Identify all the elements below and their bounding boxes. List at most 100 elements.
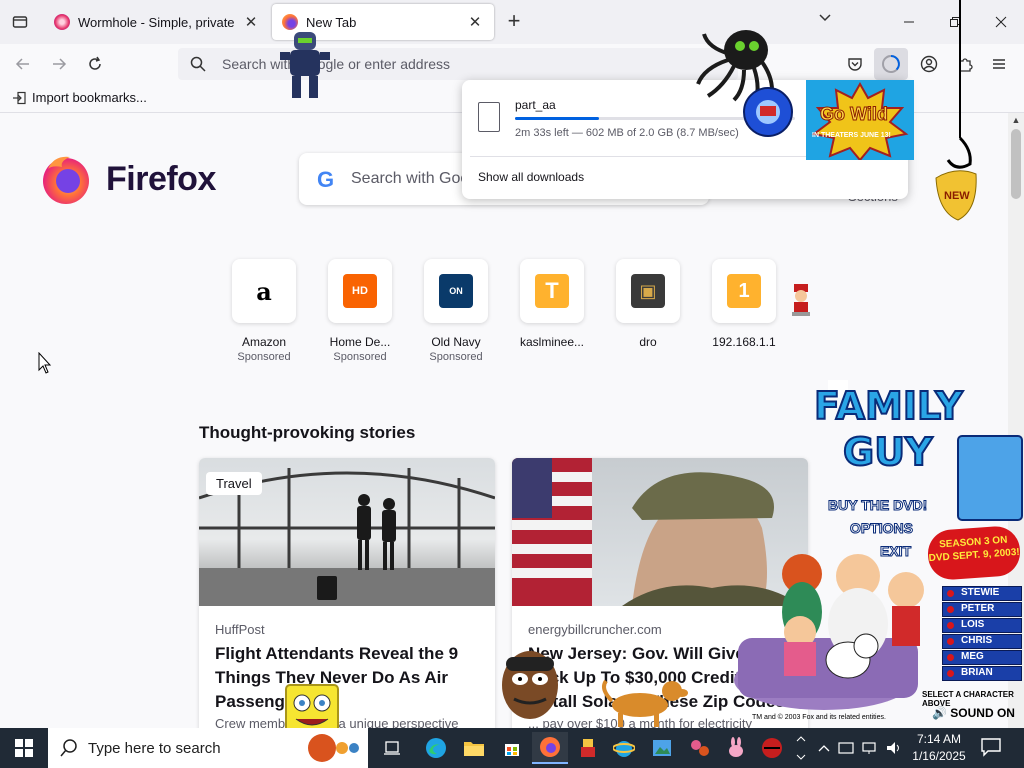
back-button[interactable]: [12, 53, 34, 75]
tray-device-icon[interactable]: [836, 738, 856, 758]
top-site-tile: a: [232, 259, 296, 323]
taskbar-store[interactable]: [494, 732, 530, 764]
character-button-meg[interactable]: MEG: [942, 650, 1022, 665]
taskbar-app-lego[interactable]: [570, 732, 606, 764]
top-site-name: dro: [639, 335, 657, 349]
tray-overflow-chevron-icon[interactable]: [814, 738, 834, 758]
close-tab-icon[interactable]: ✕: [242, 13, 260, 31]
top-site-old-navy[interactable]: ON Old Navy Sponsored: [408, 259, 504, 363]
firefox-view-icon: [12, 16, 28, 28]
download-file-name[interactable]: part_aa: [515, 98, 556, 112]
sound-label: SOUND ON: [950, 706, 1015, 720]
bunny-icon: [729, 737, 743, 757]
new-tab-button[interactable]: +: [502, 10, 526, 34]
back-arrow-icon: [15, 58, 29, 70]
taskbar-app-bunny[interactable]: [718, 732, 754, 764]
character-button-stewie[interactable]: STEWIE: [942, 586, 1022, 601]
start-button[interactable]: [0, 728, 48, 768]
volume-icon[interactable]: [884, 738, 904, 758]
ad-copyright: TM and © 2003 Fox and its related entiti…: [752, 714, 886, 721]
address-bar[interactable]: [178, 48, 738, 80]
top-site-name: Amazon: [241, 335, 287, 349]
top-site-tile: ON: [424, 259, 488, 323]
taskbar-app-image[interactable]: [644, 732, 680, 764]
puzzle-app-icon: [691, 740, 709, 756]
top-site-dro[interactable]: ▣ dro: [600, 259, 696, 349]
cleveland-sprite: [502, 651, 558, 719]
task-view-button[interactable]: [374, 732, 410, 764]
import-bookmarks-button[interactable]: Import bookmarks...: [12, 90, 147, 105]
taskbar-scroll[interactable]: [790, 732, 812, 764]
red-ball-icon: [762, 738, 782, 758]
taskbar-app-puzzle[interactable]: [682, 732, 718, 764]
firefox-logo-icon: [43, 156, 89, 204]
reload-button[interactable]: [84, 53, 106, 75]
forward-button[interactable]: [48, 53, 70, 75]
google-icon: G: [317, 167, 335, 192]
exit-button[interactable]: EXIT: [879, 543, 911, 560]
buy-dvd-button[interactable]: BUY THE DVD!: [827, 497, 927, 514]
download-status: 2m 33s left — 602 MB of 2.0 GB (8.7 MB/s…: [515, 127, 739, 139]
pocket-button[interactable]: [844, 53, 866, 75]
taskbar-app-ie[interactable]: [606, 732, 642, 764]
minimize-button[interactable]: [886, 6, 932, 38]
show-all-downloads-button[interactable]: Show all downloads: [478, 170, 584, 184]
mouse-cursor-icon: [38, 352, 52, 374]
close-tab-icon[interactable]: ✕: [466, 13, 484, 31]
character-button-peter[interactable]: PETER: [942, 602, 1022, 617]
app-menu-button[interactable]: [988, 53, 1010, 75]
family-guy-ad[interactable]: FAMILY GUY BUY THE DVD! OPTIONS EXIT SEA…: [728, 380, 1024, 725]
taskbar-edge[interactable]: [418, 732, 454, 764]
image-viewer-icon: [653, 740, 671, 756]
list-all-tabs-button[interactable]: [814, 11, 836, 33]
firefox-view-button[interactable]: [8, 10, 32, 34]
scroll-thumb[interactable]: [1011, 129, 1021, 199]
internet-explorer-icon: [613, 741, 635, 757]
forward-arrow-icon: [53, 58, 67, 70]
taskbar-app-red[interactable]: [754, 732, 790, 764]
router-icon: 1: [727, 274, 761, 308]
story-card[interactable]: HuffPost Flight Attendants Reveal the 9 …: [199, 458, 495, 728]
firefox-favicon-icon: [282, 14, 298, 30]
edge-icon: [426, 738, 446, 758]
firefox-logo: Firefox: [40, 153, 216, 205]
dro-icon: ▣: [631, 274, 665, 308]
task-view-icon: [384, 741, 400, 755]
options-button[interactable]: OPTIONS: [849, 520, 913, 537]
search-icon: [190, 56, 206, 72]
tab-wormhole[interactable]: Wormhole - Simple, private file ✕: [44, 4, 270, 40]
network-icon[interactable]: [860, 738, 880, 758]
ad-headline: Go Wild: [820, 104, 889, 125]
system-clock[interactable]: 7:14 AM 1/16/2025: [906, 731, 972, 765]
close-window-button[interactable]: [978, 6, 1024, 38]
taskbar-firefox[interactable]: [532, 732, 568, 764]
top-site-amazon[interactable]: a Amazon Sponsored: [216, 259, 312, 363]
go-wild-ad-banner[interactable]: Go Wild IN THEATERS JUNE 13!: [806, 80, 914, 160]
downloads-button[interactable]: [874, 48, 908, 80]
sound-toggle[interactable]: 🔊 SOUND ON: [932, 706, 1015, 720]
taskbar-search-box[interactable]: Type here to search: [48, 728, 368, 768]
amazon-icon: a: [256, 276, 272, 306]
tab-title: Wormhole - Simple, private file: [78, 14, 236, 30]
top-site-home-depot[interactable]: HD Home De... Sponsored: [312, 259, 408, 363]
story-headline: Flight Attendants Reveal the 9 Things Th…: [215, 644, 459, 711]
notification-center-button[interactable]: [980, 736, 1004, 760]
character-button-chris[interactable]: CHRIS: [942, 634, 1022, 649]
mario-sprite: [792, 284, 810, 316]
spongebob-sprite: [285, 684, 339, 728]
top-site-name: kaslminee...: [519, 335, 585, 349]
download-progress-fill: [515, 117, 599, 120]
character-button-brian[interactable]: BRIAN: [942, 666, 1022, 681]
character-button-lois[interactable]: LOIS: [942, 618, 1022, 633]
story-category-badge: Travel: [206, 472, 262, 495]
robot-sprite: [280, 32, 330, 98]
taskbar-file-explorer[interactable]: [456, 732, 492, 764]
top-site-kaslminee[interactable]: T kaslminee...: [504, 259, 600, 349]
top-site-router[interactable]: 1 192.168.1.1: [696, 259, 792, 349]
dog-sprite: [602, 679, 688, 727]
sponsored-label: Sponsored: [333, 351, 387, 363]
scroll-up-arrow-icon[interactable]: ▲: [1008, 115, 1024, 127]
minimize-icon: [904, 21, 914, 23]
sponsored-label: Sponsored: [237, 351, 291, 363]
folder-icon: [464, 742, 484, 756]
